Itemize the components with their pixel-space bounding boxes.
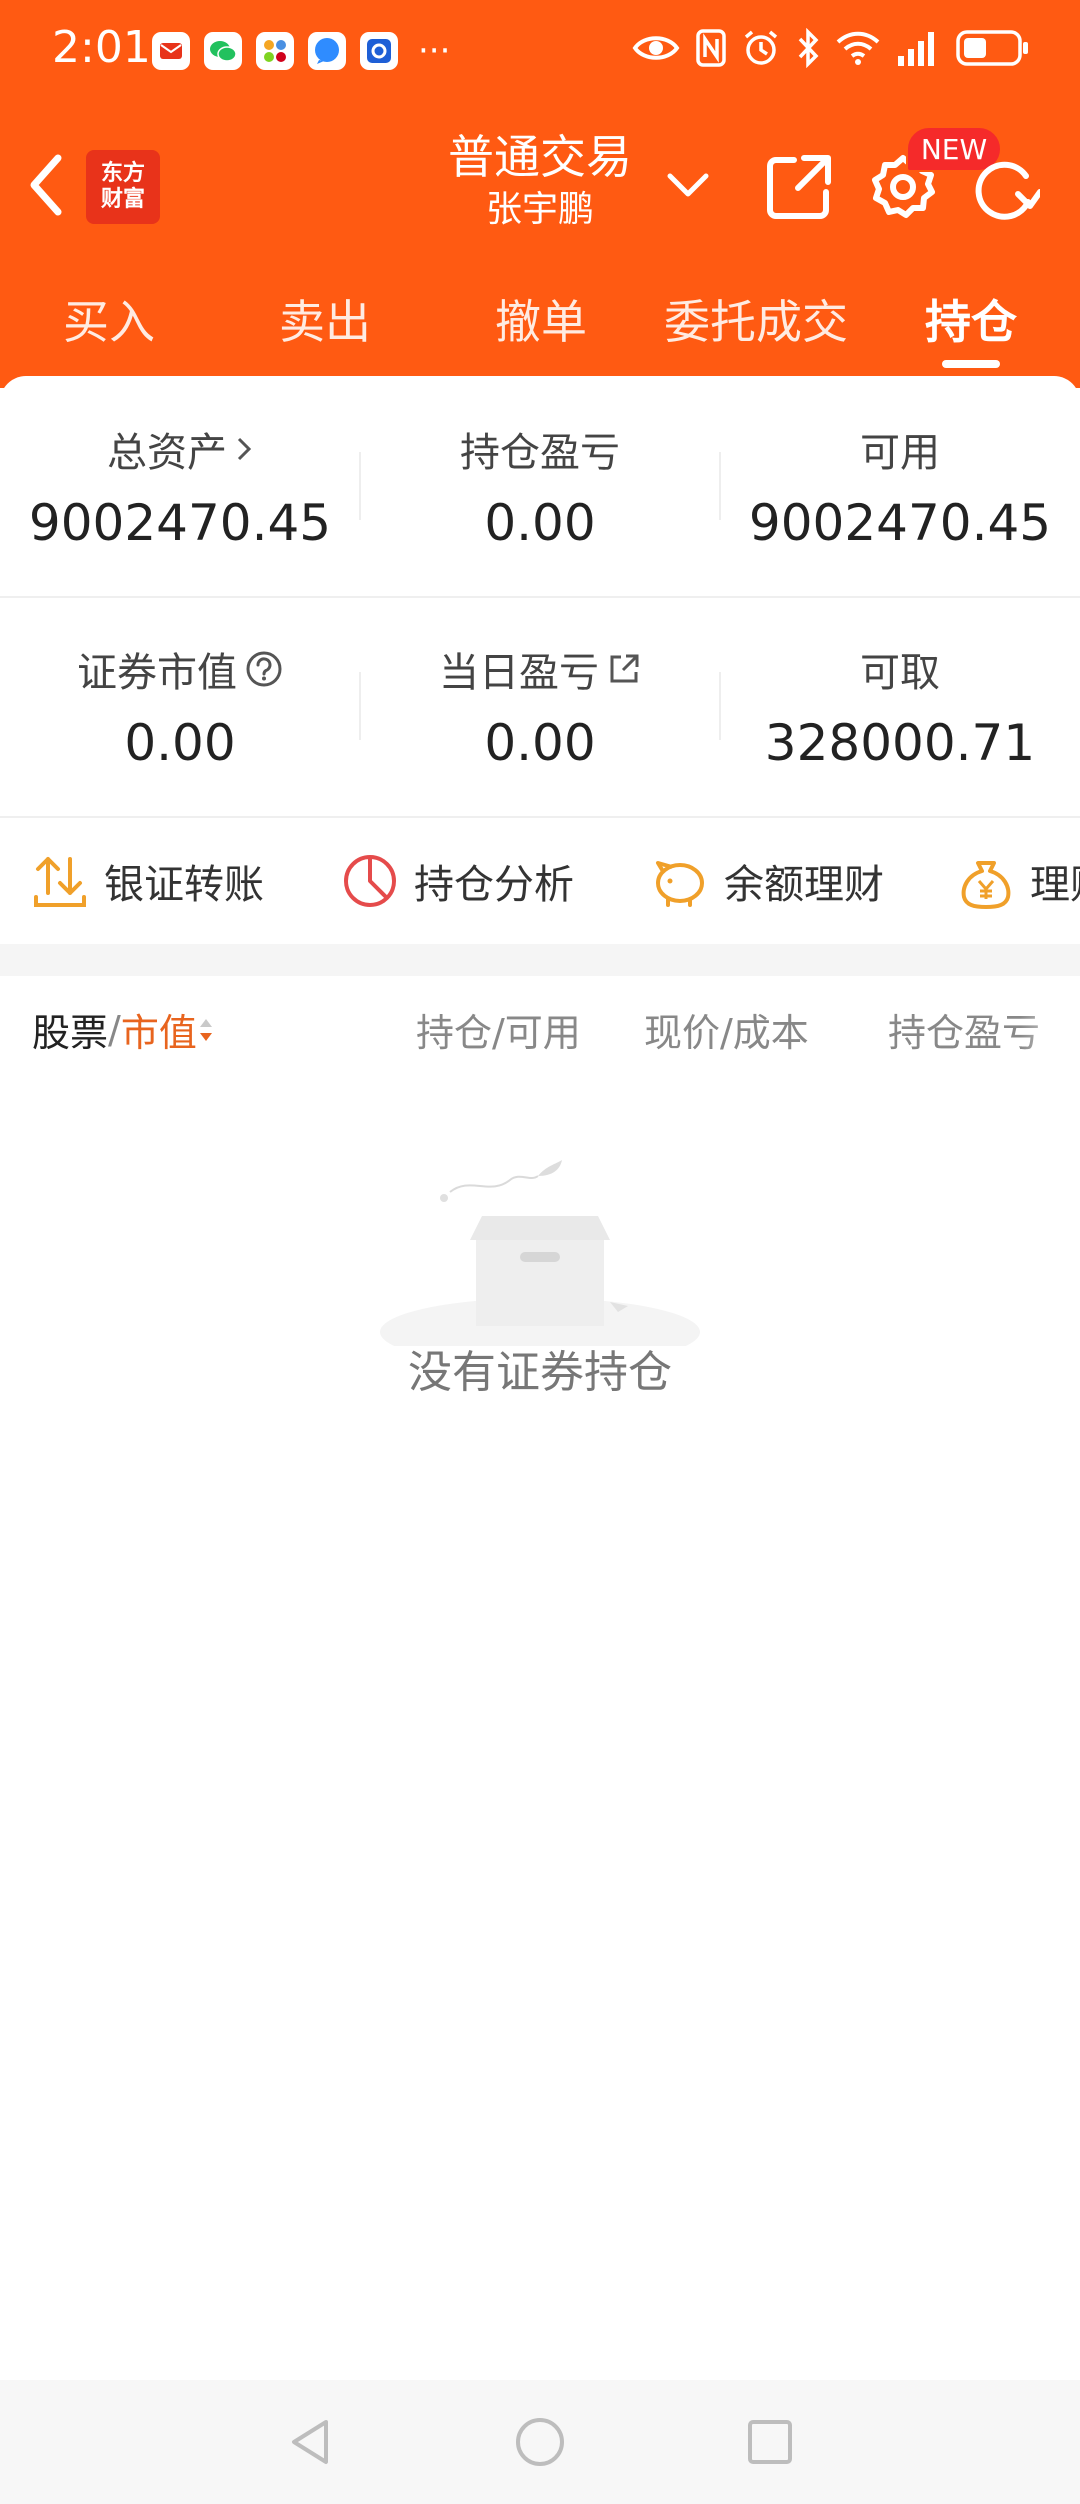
available-funds: 可用 9002470.45 [720,376,1080,596]
trade-tabs: 买入 卖出 撤单 委托成交 持仓 [0,264,1080,388]
wealth-management-button[interactable]: 理财 [958,818,1080,944]
section-separator [0,944,1080,976]
column-stock-label: 股票 [32,1011,109,1055]
withdrawable-funds: 可取 328000.71 [720,596,1080,816]
quick-actions: 银证转账 持仓分析 余额理财 理财 [0,818,1080,944]
battery-icon [956,30,1028,66]
bank-transfer-button[interactable]: 银证转账 [32,818,264,944]
empty-box-illustration [380,1160,700,1346]
asset-summary-row-1: 总资产 9002470.45 持仓盈亏 0.00 可用 9002470.45 [0,376,1080,596]
bank-transfer-label: 银证转账 [104,862,264,908]
total-assets[interactable]: 总资产 9002470.45 [0,376,360,596]
position-pnl: 持仓盈亏 0.00 [360,376,720,596]
notification-icons: ··· [152,32,450,70]
bank-transfer-icon [34,857,86,907]
withdrawable-value: 328000.71 [764,714,1036,772]
positions-table-header: 股票 / 市值 持仓/可用 现价/成本 持仓盈亏 [0,976,1080,1086]
column-market-value-label: 市值 [120,1011,197,1055]
position-analysis-label: 持仓分析 [414,862,574,908]
tab-positions[interactable]: 持仓 [918,286,1024,352]
pie-chart-icon [344,855,396,907]
market-value-label: 证券市值 [77,650,237,696]
wealth-management-label: 理财 [1030,862,1080,908]
column-price-cost: 现价/成本 [644,1011,809,1055]
available-value: 9002470.45 [748,494,1052,552]
share-icon[interactable] [764,152,834,222]
active-tab-indicator [942,360,1000,368]
more-notifications-icon: ··· [418,31,451,71]
daily-pnl-label: 当日盈亏 [439,650,599,696]
daily-pnl[interactable]: 当日盈亏 0.00 [360,596,720,816]
money-bag-icon [961,861,1011,909]
status-time: 2:01 [52,22,151,73]
tab-cancel-order[interactable]: 撤单 [488,286,594,352]
browser-icon [360,32,398,70]
refresh-icon[interactable] [970,156,1040,226]
system-navigation-bar [0,2380,1080,2504]
alarm-icon [744,30,778,65]
withdrawable-label: 可取 [860,650,940,696]
mail-app-icon [152,32,190,70]
column-holdings-available: 持仓/可用 [416,1011,581,1055]
column-position-pnl: 持仓盈亏 [888,1011,1041,1055]
position-analysis-button[interactable]: 持仓分析 [342,818,574,944]
status-bar: 2:01 ··· [0,0,1080,104]
asset-summary-row-2: 证券市值 0.00 当日盈亏 0.00 可取 328000.71 [0,596,1080,816]
tab-sell[interactable]: 卖出 [272,286,378,352]
daily-pnl-value: 0.00 [484,714,596,772]
position-pnl-value: 0.00 [484,494,596,552]
main-content: 总资产 9002470.45 持仓盈亏 0.00 可用 9002470.45 证… [0,376,1080,2504]
column-separator: / [108,1007,121,1052]
help-icon[interactable] [245,650,283,688]
nfc-icon [696,29,726,67]
signal-icon [898,32,934,66]
empty-state-message: 没有证券持仓 [408,1347,672,1398]
wifi-icon [836,31,880,65]
chevron-down-icon[interactable] [666,170,710,200]
balance-wealth-button[interactable]: 余额理财 [650,818,884,944]
bluetooth-icon [798,28,819,68]
app-header: 东方 财富 普通交易 张宇鹏 NEW [0,104,1080,264]
tab-buy[interactable]: 买入 [56,286,162,352]
chevron-right-icon [237,437,252,461]
available-label: 可用 [860,430,940,476]
eye-icon [632,36,680,60]
external-link-icon [610,654,639,683]
market-value-value: 0.00 [124,714,236,772]
piggy-bank-icon [656,861,704,907]
total-assets-label: 总资产 [107,430,227,476]
scroll-fade [1020,986,1080,1066]
balance-wealth-label: 余额理财 [724,862,884,908]
nav-home-icon[interactable] [512,2414,568,2470]
system-icons [632,28,1030,68]
sort-icon [199,1018,212,1041]
wechat-icon [204,32,242,70]
sort-by-market-value[interactable]: 股票 / 市值 [32,1002,215,1057]
tab-orders-fills[interactable]: 委托成交 [654,286,858,352]
message-icon [308,32,346,70]
nav-back-icon[interactable] [282,2414,338,2470]
nav-recents-icon[interactable] [742,2414,798,2470]
position-pnl-label: 持仓盈亏 [460,430,620,476]
apps-icon [256,32,294,70]
total-assets-value: 9002470.45 [28,494,332,552]
securities-market-value: 证券市值 0.00 [0,596,360,816]
